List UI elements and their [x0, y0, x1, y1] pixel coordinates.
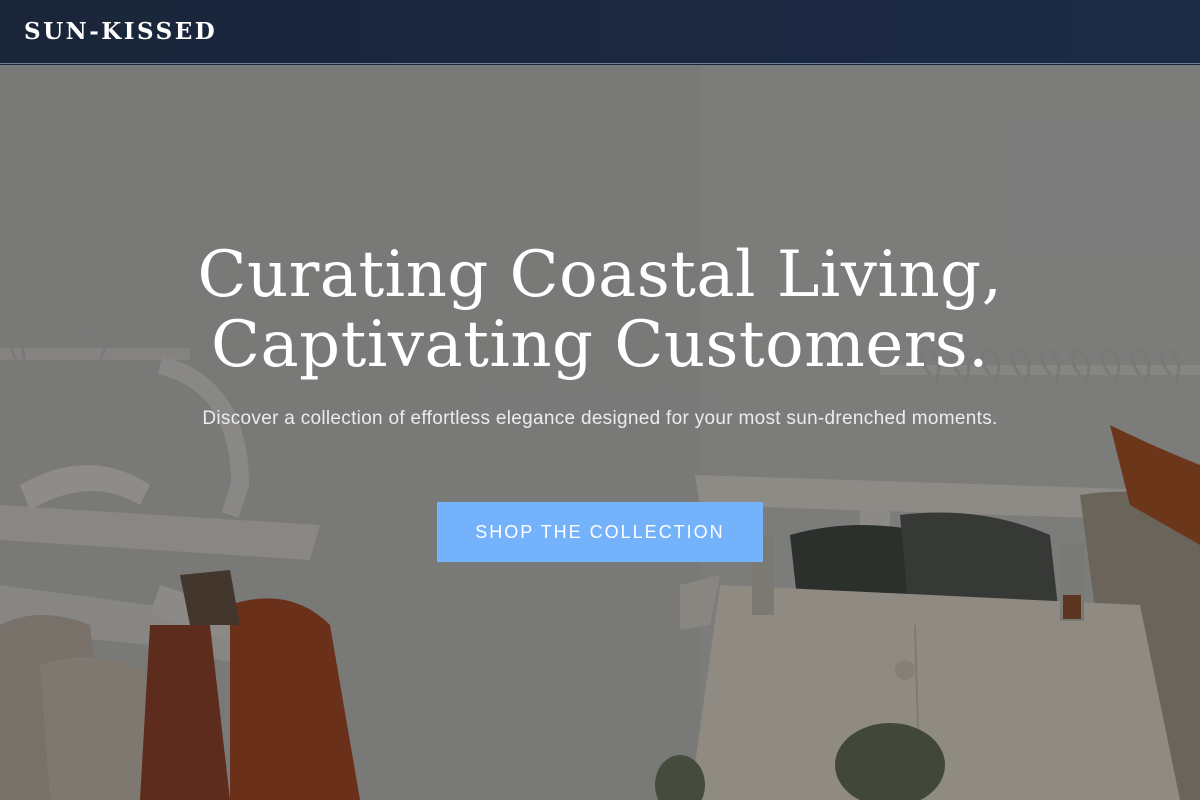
hero-headline-line-1: Curating Coastal Living,: [197, 238, 1003, 312]
hero-section: beachvibes.love Curating Coastal Living,…: [0, 65, 1200, 800]
hero-headline: Curating Coastal Living, Captivating Cus…: [100, 240, 1100, 380]
top-navigation-bar: SUN-KISSED: [0, 0, 1200, 64]
shop-the-collection-button[interactable]: SHOP THE COLLECTION: [437, 502, 763, 562]
brand-logo[interactable]: SUN-KISSED: [24, 18, 217, 45]
hero-subheading: Discover a collection of effortless eleg…: [202, 408, 998, 429]
hero-headline-line-2: Captivating Customers.: [211, 308, 989, 382]
